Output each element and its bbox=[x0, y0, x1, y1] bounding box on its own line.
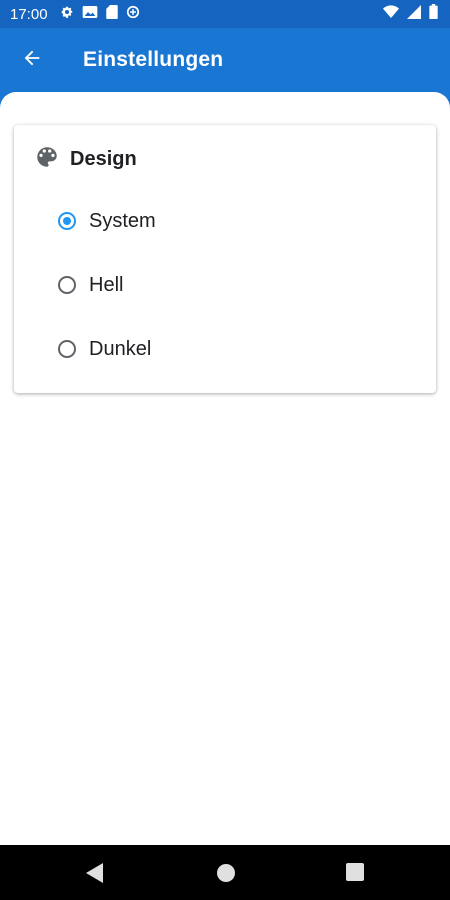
design-settings-card: Design System Hell Dunkel bbox=[14, 125, 436, 393]
sd-card-icon bbox=[105, 4, 118, 24]
palette-icon bbox=[34, 144, 60, 175]
back-button[interactable] bbox=[14, 42, 50, 78]
arrow-back-icon bbox=[21, 47, 43, 74]
image-icon bbox=[82, 5, 98, 24]
card-title: Design bbox=[70, 147, 137, 170]
theme-option-light[interactable]: Hell bbox=[58, 263, 398, 307]
wifi-icon bbox=[383, 4, 399, 24]
settings-gear-icon bbox=[60, 5, 74, 24]
signal-icon bbox=[407, 4, 421, 24]
option-label: Hell bbox=[89, 273, 124, 296]
card-header: Design bbox=[34, 145, 137, 173]
status-icons-right bbox=[383, 4, 438, 24]
recents-square-icon[interactable] bbox=[346, 863, 366, 883]
status-icons-left bbox=[60, 4, 140, 24]
radio-button-selected[interactable] bbox=[58, 212, 76, 230]
navigation-bar bbox=[0, 845, 450, 900]
status-bar: 17:00 bbox=[0, 0, 450, 28]
home-circle-icon[interactable] bbox=[216, 863, 236, 883]
theme-option-dark[interactable]: Dunkel bbox=[58, 327, 398, 371]
status-time: 17:00 bbox=[10, 5, 48, 23]
data-saver-icon bbox=[126, 5, 140, 24]
radio-button[interactable] bbox=[58, 276, 76, 294]
theme-option-system[interactable]: System bbox=[58, 199, 398, 243]
option-label: System bbox=[89, 209, 156, 232]
radio-button[interactable] bbox=[58, 340, 76, 358]
back-triangle-icon[interactable] bbox=[86, 863, 106, 883]
battery-icon bbox=[429, 4, 438, 24]
option-label: Dunkel bbox=[89, 337, 152, 360]
